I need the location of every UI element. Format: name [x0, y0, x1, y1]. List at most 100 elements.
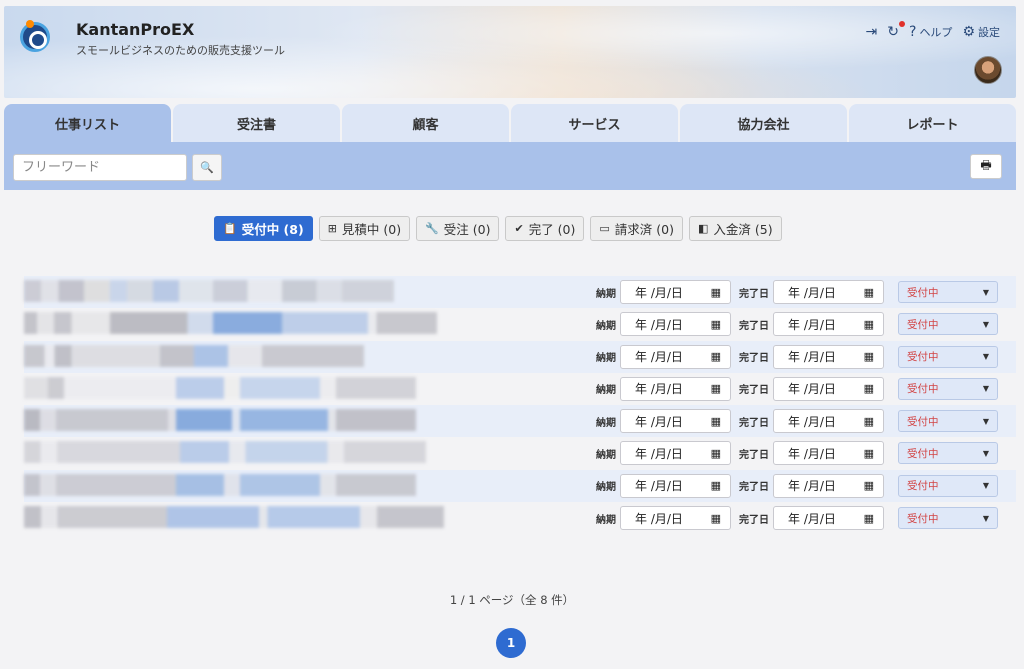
due-date-label: 納期 [596, 288, 616, 300]
completion-date-input[interactable]: 年 /月/日 ▦ [773, 344, 884, 369]
status-select[interactable]: 受付中 ▼ [898, 507, 998, 530]
job-row[interactable]: 納期 年 /月/日 ▦ 完了日 年 /月/日 ▦ 受付中 ▼ [24, 340, 1016, 373]
filter-label: 見積中 (0) [341, 222, 402, 237]
app-tagline: スモールビジネスのための販売支援ツール [76, 44, 285, 57]
filter-received[interactable]: 📋 受付中 (8) [214, 216, 313, 241]
printer-icon: 🖶 [980, 158, 992, 172]
chevron-down-icon: ▼ [982, 481, 989, 491]
wrench-icon: 🔧 [425, 222, 439, 235]
job-row-fields: 納期 年 /月/日 ▦ 完了日 年 /月/日 ▦ 受付中 ▼ [590, 311, 998, 337]
completion-date-input[interactable]: 年 /月/日 ▦ [773, 312, 884, 337]
due-date-input[interactable]: 年 /月/日 ▦ [620, 441, 731, 466]
due-date-input[interactable]: 年 /月/日 ▦ [620, 344, 731, 369]
calendar-icon: ▦ [863, 479, 874, 493]
calendar-icon: ▦ [710, 479, 721, 493]
chevron-down-icon: ▼ [982, 513, 989, 523]
chevron-down-icon: ▼ [982, 287, 989, 297]
status-select[interactable]: 受付中 ▼ [898, 410, 998, 433]
help-button[interactable]: ? ヘルプ [909, 24, 952, 40]
user-avatar[interactable] [974, 56, 1002, 84]
tab-partners[interactable]: 協力会社 [680, 104, 847, 142]
completion-date-input[interactable]: 年 /月/日 ▦ [773, 280, 884, 304]
due-date-input[interactable]: 年 /月/日 ▦ [620, 473, 731, 498]
calendar-icon: ▦ [710, 382, 721, 396]
pagination-summary: 1 / 1 ページ（全 8 件） [449, 593, 575, 607]
completion-date-label: 完了日 [739, 385, 769, 397]
status-select[interactable]: 受付中 ▼ [898, 313, 998, 336]
status-select[interactable]: 受付中 ▼ [898, 474, 998, 497]
due-date-input[interactable]: 年 /月/日 ▦ [620, 506, 731, 531]
job-summary-redacted [24, 441, 434, 464]
due-date-input[interactable]: 年 /月/日 ▦ [620, 280, 731, 304]
calendar-icon: ▦ [710, 414, 721, 428]
app-header: KantanProEX スモールビジネスのための販売支援ツール ⇥ ↻ ? ヘル… [4, 6, 1016, 98]
tab-services[interactable]: サービス [511, 104, 678, 142]
completion-date-label: 完了日 [739, 417, 769, 429]
filter-completed[interactable]: ✔ 完了 (0) [505, 216, 585, 241]
completion-date-label: 完了日 [739, 353, 769, 365]
job-summary-redacted [24, 376, 424, 399]
job-row[interactable]: 納期 年 /月/日 ▦ 完了日 年 /月/日 ▦ 受付中 ▼ [24, 405, 1016, 438]
gear-icon: ⚙ [962, 24, 975, 40]
due-date-label: 納期 [596, 417, 616, 429]
search-input[interactable] [13, 154, 187, 181]
filter-label: 請求済 (0) [614, 222, 674, 237]
search-button[interactable]: 🔍 [192, 154, 222, 181]
due-date-input[interactable]: 年 /月/日 ▦ [620, 312, 731, 337]
calendar-icon: ▦ [863, 317, 874, 331]
calendar-icon: ▦ [710, 285, 721, 299]
filter-invoiced[interactable]: ▭ 請求済 (0) [590, 216, 683, 241]
print-button[interactable]: 🖶 [970, 154, 1002, 179]
job-row-fields: 納期 年 /月/日 ▦ 完了日 年 /月/日 ▦ 受付中 ▼ [590, 344, 998, 370]
completion-date-input[interactable]: 年 /月/日 ▦ [773, 506, 884, 531]
filter-paid[interactable]: ◧ 入金済 (5) [688, 216, 782, 241]
chevron-down-icon: ▼ [982, 448, 989, 458]
completion-date-input[interactable]: 年 /月/日 ▦ [773, 473, 884, 498]
filter-ordered[interactable]: 🔧 受注 (0) [416, 216, 500, 241]
due-date-label: 納期 [596, 385, 616, 397]
job-row[interactable]: 納期 年 /月/日 ▦ 完了日 年 /月/日 ▦ 受付中 ▼ [24, 437, 1016, 469]
status-select[interactable]: 受付中 ▼ [898, 345, 998, 368]
tab-orders[interactable]: 受注書 [173, 104, 340, 142]
search-toolbar: 🔍 🖶 [4, 142, 1016, 190]
chevron-down-icon: ▼ [982, 352, 989, 362]
help-icon: ? [909, 24, 917, 40]
due-date-label: 納期 [596, 320, 616, 332]
job-row-fields: 納期 年 /月/日 ▦ 完了日 年 /月/日 ▦ 受付中 ▼ [590, 440, 998, 466]
due-date-label: 納期 [596, 482, 616, 494]
tab-reports[interactable]: レポート [849, 104, 1016, 142]
completion-date-label: 完了日 [739, 514, 769, 526]
completion-date-label: 完了日 [739, 320, 769, 332]
status-select[interactable]: 受付中 ▼ [898, 281, 998, 303]
completion-date-label: 完了日 [739, 449, 769, 461]
tab-job-list[interactable]: 仕事リスト [4, 104, 171, 142]
status-select[interactable]: 受付中 ▼ [898, 377, 998, 400]
page-button-current[interactable]: 1 [496, 628, 526, 658]
job-row[interactable]: 納期 年 /月/日 ▦ 完了日 年 /月/日 ▦ 受付中 ▼ [24, 502, 1016, 534]
job-row[interactable]: 納期 年 /月/日 ▦ 完了日 年 /月/日 ▦ 受付中 ▼ [24, 276, 1016, 309]
logout-icon[interactable]: ⇥ [866, 24, 878, 40]
status-select[interactable]: 受付中 ▼ [898, 442, 998, 465]
tab-customers[interactable]: 顧客 [342, 104, 509, 142]
completion-date-input[interactable]: 年 /月/日 ▦ [773, 409, 884, 434]
notification-dot [899, 21, 905, 27]
job-row[interactable]: 納期 年 /月/日 ▦ 完了日 年 /月/日 ▦ 受付中 ▼ [24, 469, 1016, 503]
settings-label: 設定 [978, 26, 1000, 39]
completion-date-input[interactable]: 年 /月/日 ▦ [773, 441, 884, 466]
job-row-fields: 納期 年 /月/日 ▦ 完了日 年 /月/日 ▦ 受付中 ▼ [590, 376, 998, 402]
app-name: KantanProEX [76, 20, 195, 39]
table-icon: ⊞ [327, 222, 337, 235]
settings-button[interactable]: ⚙ 設定 [962, 24, 1000, 40]
app-logo[interactable] [20, 22, 50, 52]
calendar-icon: ▦ [863, 285, 874, 299]
completion-date-input[interactable]: 年 /月/日 ▦ [773, 376, 884, 401]
job-row[interactable]: 納期 年 /月/日 ▦ 完了日 年 /月/日 ▦ 受付中 ▼ [24, 373, 1016, 405]
due-date-input[interactable]: 年 /月/日 ▦ [620, 409, 731, 434]
calendar-icon: ▦ [710, 317, 721, 331]
refresh-icon[interactable]: ↻ [887, 21, 905, 40]
due-date-input[interactable]: 年 /月/日 ▦ [620, 376, 731, 401]
due-date-label: 納期 [596, 353, 616, 365]
due-date-label: 納期 [596, 449, 616, 461]
job-row[interactable]: 納期 年 /月/日 ▦ 完了日 年 /月/日 ▦ 受付中 ▼ [24, 308, 1016, 340]
filter-estimating[interactable]: ⊞ 見積中 (0) [318, 216, 411, 241]
